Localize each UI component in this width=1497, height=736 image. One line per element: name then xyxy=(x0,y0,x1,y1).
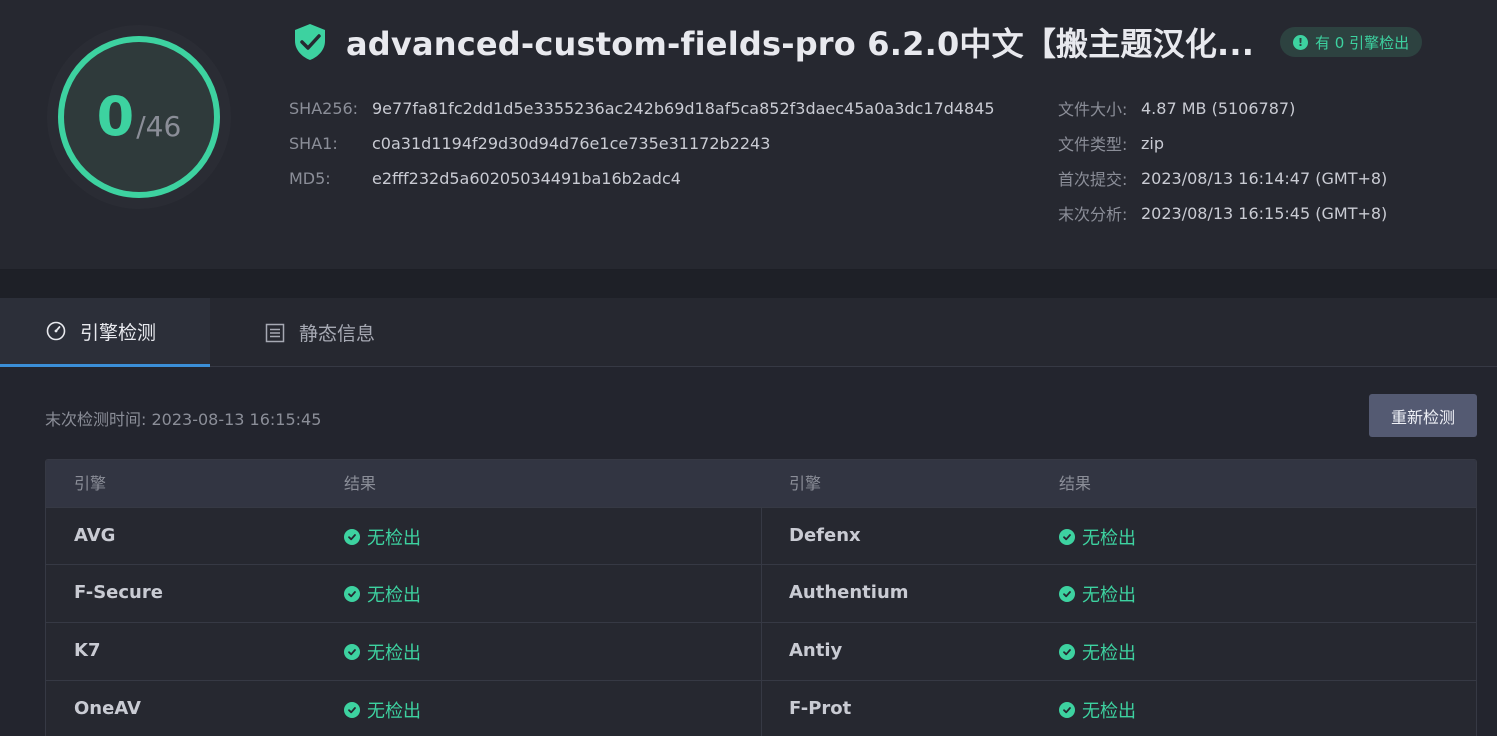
engine-name: Defenx xyxy=(789,525,861,546)
result-text: 无检出 xyxy=(1082,585,1136,606)
file-name-title: advanced-custom-fields-pro 6.2.0中文【搬主题汉化… xyxy=(346,25,1255,63)
result-text: 无检出 xyxy=(1082,643,1136,664)
meta-value: zip xyxy=(1141,133,1164,153)
column-header-result: 结果 xyxy=(344,474,377,493)
file-title-row: advanced-custom-fields-pro 6.2.0中文【搬主题汉化… xyxy=(292,22,1255,63)
tab-static-info[interactable]: 静态信息 xyxy=(265,298,375,367)
hash-row-md5: MD5: e2fff232d5a60205034491ba16b2adc4 xyxy=(289,168,681,188)
column-divider xyxy=(761,507,762,736)
result-text: 无检出 xyxy=(1082,528,1136,549)
engine-name: Antiy xyxy=(789,640,843,661)
gauge-icon xyxy=(46,321,66,341)
engine-result: 无检出 xyxy=(344,623,421,681)
check-circle-icon xyxy=(1059,702,1075,718)
tab-engine-detection[interactable]: 引擎检测 xyxy=(0,298,210,367)
tab-label: 静态信息 xyxy=(299,323,376,345)
meta-row-first-submit: 首次提交: 2023/08/13 16:14:47 (GMT+8) xyxy=(1058,168,1388,190)
engine-name: K7 xyxy=(74,640,101,661)
check-circle-icon xyxy=(1059,529,1075,545)
engine-name: F-Secure xyxy=(74,582,163,603)
hash-label: MD5: xyxy=(289,168,331,188)
table-header: 引擎 结果 引擎 结果 xyxy=(46,460,1476,507)
column-header-engine: 引擎 xyxy=(74,474,107,493)
hash-value[interactable]: c0a31d1194f29d30d94d76e1ce735e31172b2243 xyxy=(372,134,770,153)
column-header-engine: 引擎 xyxy=(789,474,822,493)
engine-result: 无检出 xyxy=(1059,623,1136,681)
tab-bar: 引擎检测 静态信息 xyxy=(0,298,1497,367)
detection-score-gauge: 0 /46 xyxy=(44,22,234,212)
meta-value: 2023/08/13 16:14:47 (GMT+8) xyxy=(1141,168,1388,188)
result-text: 无检出 xyxy=(367,585,421,606)
meta-label: 末次分析: xyxy=(1058,205,1128,224)
last-check-time: 末次检测时间: 2023-08-13 16:15:45 xyxy=(45,410,322,429)
meta-label: 首次提交: xyxy=(1058,170,1128,189)
detection-status-text: 有 0 引擎检出 xyxy=(1315,33,1410,52)
list-icon xyxy=(265,323,285,342)
hash-value[interactable]: 9e77fa81fc2dd1d5e3355236ac242b69d18af5ca… xyxy=(372,99,995,118)
engine-total: /46 xyxy=(136,109,182,143)
meta-value: 2023/08/13 16:15:45 (GMT+8) xyxy=(1141,203,1388,223)
engine-results-table: 引擎 结果 引擎 结果 AVG 无检出 Defenx 无检出 F-Secure … xyxy=(45,459,1477,736)
meta-label: 文件大小: xyxy=(1058,100,1128,119)
hash-label: SHA1: xyxy=(289,133,338,153)
meta-label: 文件类型: xyxy=(1058,135,1128,154)
result-text: 无检出 xyxy=(367,701,421,722)
engine-name: F-Prot xyxy=(789,698,852,719)
tab-label: 引擎检测 xyxy=(80,321,157,344)
engine-name: OneAV xyxy=(74,698,141,719)
engine-name: AVG xyxy=(74,525,116,546)
result-text: 无检出 xyxy=(367,528,421,549)
engine-result: 无检出 xyxy=(344,508,421,566)
engine-name: Authentium xyxy=(789,582,909,603)
engine-result: 无检出 xyxy=(1059,681,1136,736)
check-circle-icon xyxy=(344,529,360,545)
rescan-button[interactable]: 重新检测 xyxy=(1369,394,1477,437)
check-circle-icon xyxy=(344,644,360,660)
check-circle-icon xyxy=(344,702,360,718)
hash-value[interactable]: e2fff232d5a60205034491ba16b2adc4 xyxy=(372,169,681,188)
check-circle-icon xyxy=(1059,586,1075,602)
check-circle-icon xyxy=(344,586,360,602)
shield-check-icon xyxy=(295,24,325,60)
check-circle-icon xyxy=(1059,644,1075,660)
engine-result: 无检出 xyxy=(344,681,421,736)
file-summary-header: 0 /46 advanced-custom-fields-pro 6.2.0中文… xyxy=(0,0,1497,270)
meta-value: 4.87 MB (5106787) xyxy=(1141,98,1296,118)
meta-row-file-size: 文件大小: 4.87 MB (5106787) xyxy=(1058,98,1296,120)
engine-result: 无检出 xyxy=(344,565,421,623)
section-divider xyxy=(0,270,1497,298)
meta-row-file-type: 文件类型: zip xyxy=(1058,133,1164,155)
result-text: 无检出 xyxy=(367,643,421,664)
result-text: 无检出 xyxy=(1082,701,1136,722)
detected-count: 0 xyxy=(96,85,135,148)
engine-result: 无检出 xyxy=(1059,565,1136,623)
engine-result: 无检出 xyxy=(1059,508,1136,566)
column-header-result: 结果 xyxy=(1059,474,1092,493)
hash-row-sha256: SHA256: 9e77fa81fc2dd1d5e3355236ac242b69… xyxy=(289,98,995,118)
detection-status-badge: ! 有 0 引擎检出 xyxy=(1280,27,1423,57)
alert-icon: ! xyxy=(1293,34,1308,50)
hash-row-sha1: SHA1: c0a31d1194f29d30d94d76e1ce735e3117… xyxy=(289,133,770,153)
meta-row-last-analysis: 末次分析: 2023/08/13 16:15:45 (GMT+8) xyxy=(1058,203,1388,225)
hash-label: SHA256: xyxy=(289,98,359,118)
